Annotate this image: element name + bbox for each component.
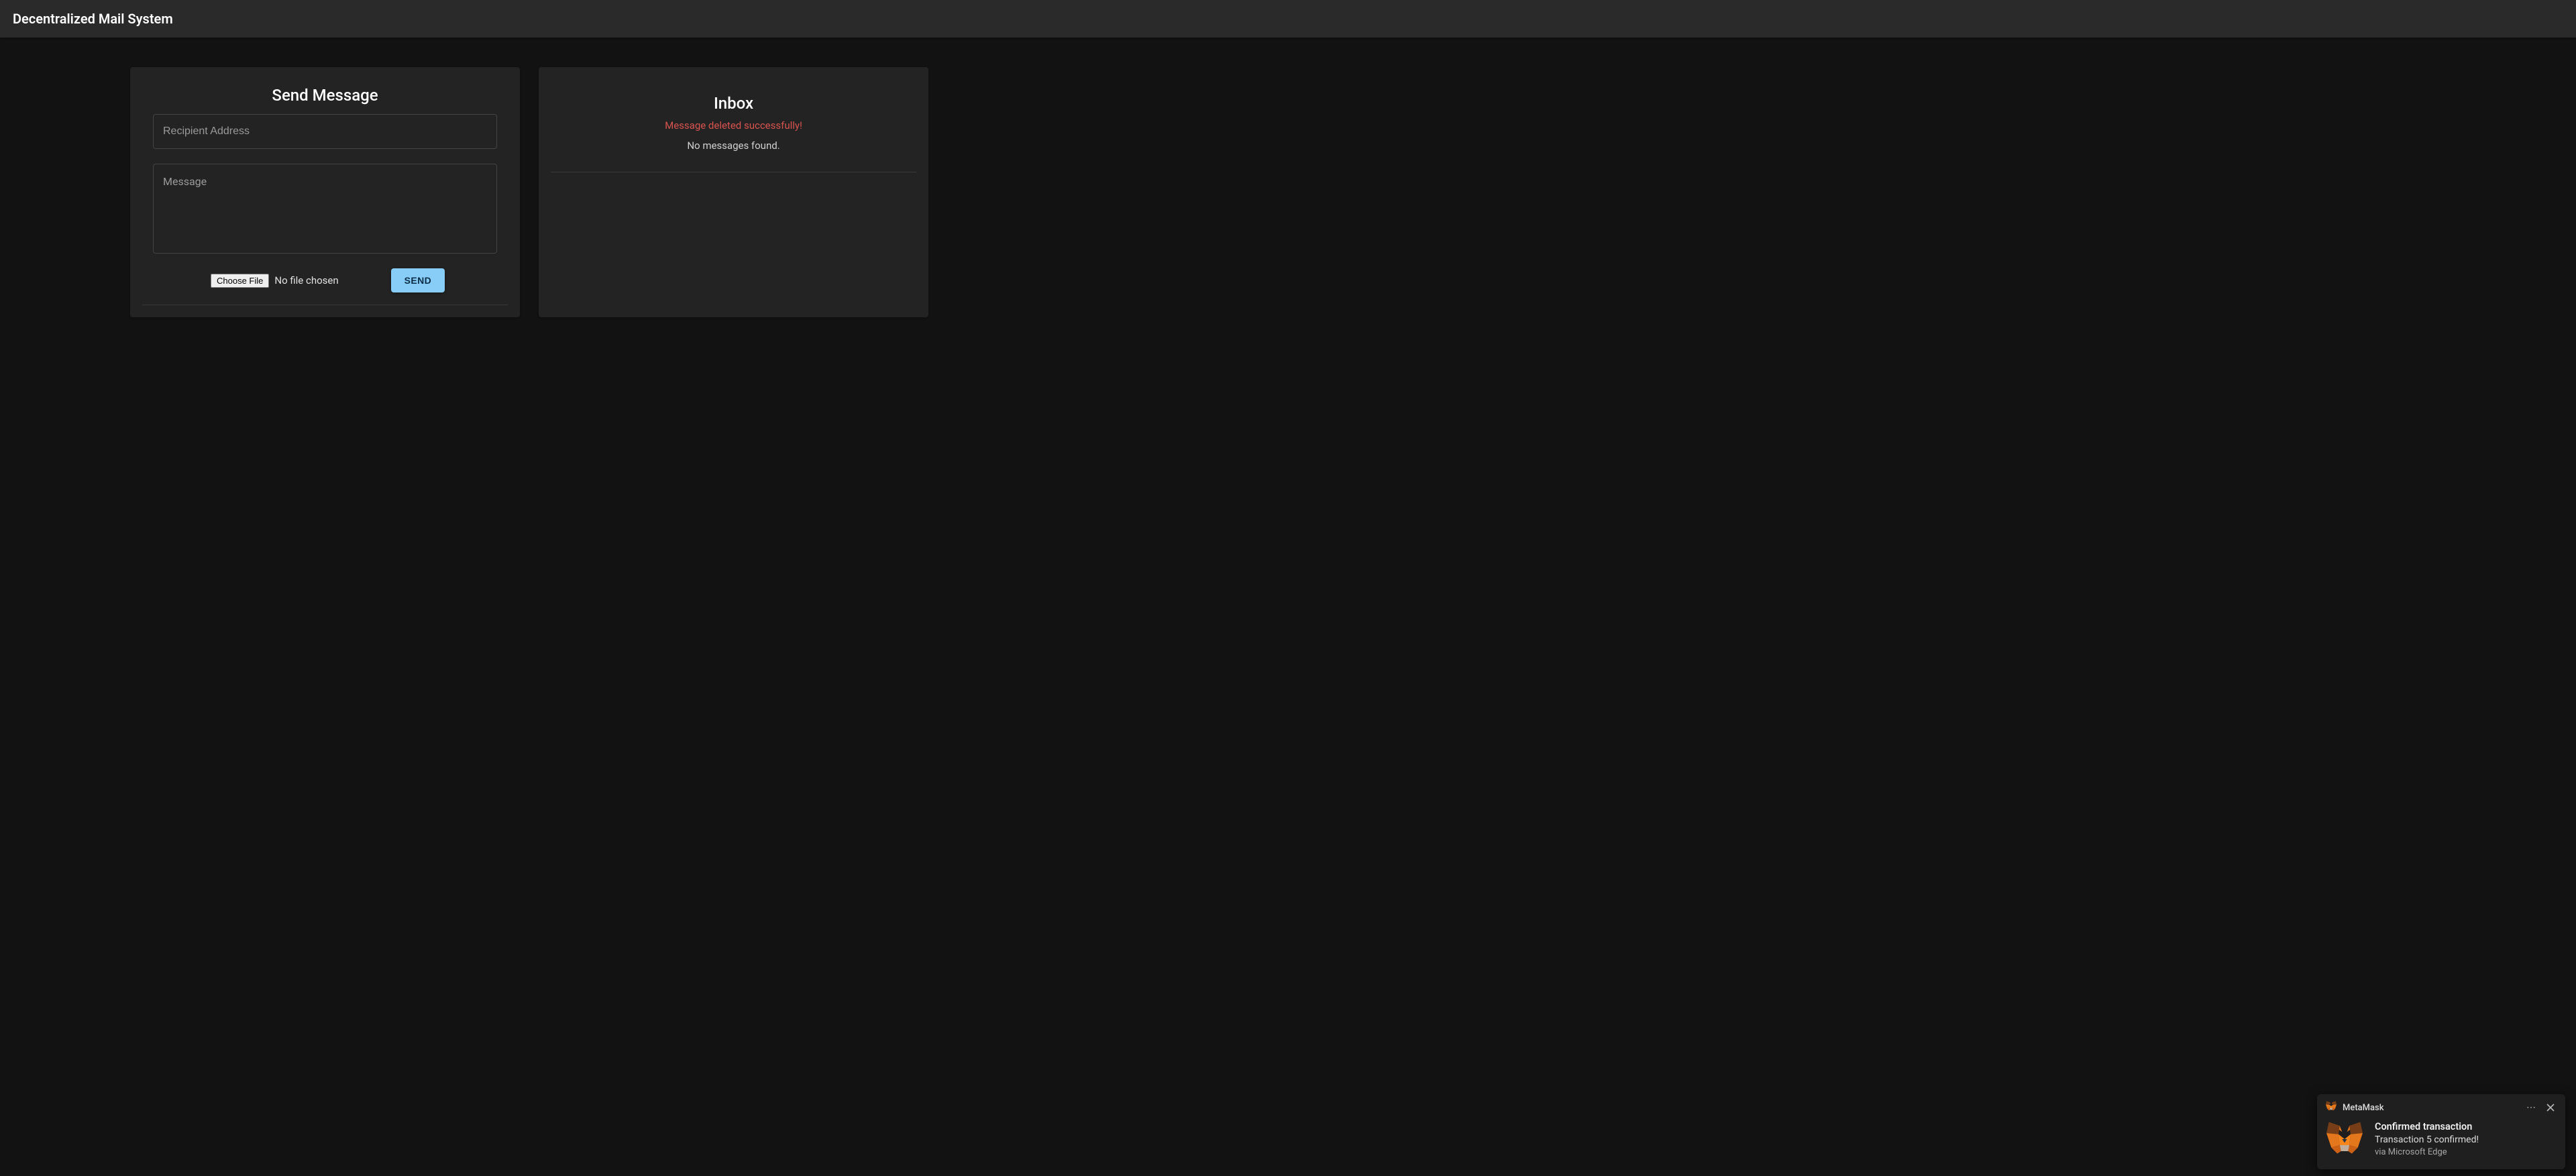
app-title: Decentralized Mail System [13, 11, 173, 27]
toast-body: Confirmed transaction Transaction 5 conf… [2325, 1121, 2557, 1160]
choose-file-button[interactable]: Choose File [211, 274, 269, 288]
toast-title: Confirmed transaction [2375, 1121, 2479, 1132]
send-button[interactable]: SEND [391, 268, 445, 292]
toast-via: via Microsoft Edge [2375, 1147, 2479, 1157]
toast-header: MetaMask ⋯ [2325, 1101, 2557, 1114]
inbox-empty-message: No messages found. [568, 140, 899, 152]
app-bar: Decentralized Mail System [0, 0, 2576, 38]
message-field-wrap[interactable] [153, 164, 497, 254]
inbox-status-message: Message deleted successfully! [568, 119, 899, 131]
toast-close-button[interactable] [2544, 1102, 2557, 1113]
send-message-title: Send Message [153, 86, 497, 105]
inbox-card: Inbox Message deleted successfully! No m… [539, 67, 928, 317]
toast-app-name: MetaMask [2343, 1103, 2518, 1113]
close-icon [2546, 1104, 2555, 1112]
toast-more-button[interactable]: ⋯ [2524, 1102, 2538, 1114]
metamask-fox-icon [2325, 1121, 2364, 1160]
file-picker: Choose File No file chosen [211, 274, 339, 288]
toast-detail: Transaction 5 confirmed! [2375, 1134, 2479, 1145]
file-status-text: No file chosen [274, 274, 338, 286]
message-textarea[interactable] [154, 164, 496, 250]
send-message-inner: Send Message Choose File No file chosen … [142, 79, 508, 305]
notification-toast: MetaMask ⋯ Con [2317, 1094, 2565, 1169]
inbox-title: Inbox [568, 94, 899, 113]
inbox-inner: Inbox Message deleted successfully! No m… [551, 79, 916, 172]
recipient-input[interactable] [154, 115, 496, 148]
toast-text: Confirmed transaction Transaction 5 conf… [2375, 1121, 2479, 1157]
main-content: Send Message Choose File No file chosen … [0, 38, 2576, 317]
send-message-card: Send Message Choose File No file chosen … [130, 67, 520, 317]
metamask-fox-icon [2325, 1101, 2337, 1114]
recipient-field-wrap[interactable] [153, 114, 497, 149]
send-actions-row: Choose File No file chosen SEND [153, 268, 497, 292]
